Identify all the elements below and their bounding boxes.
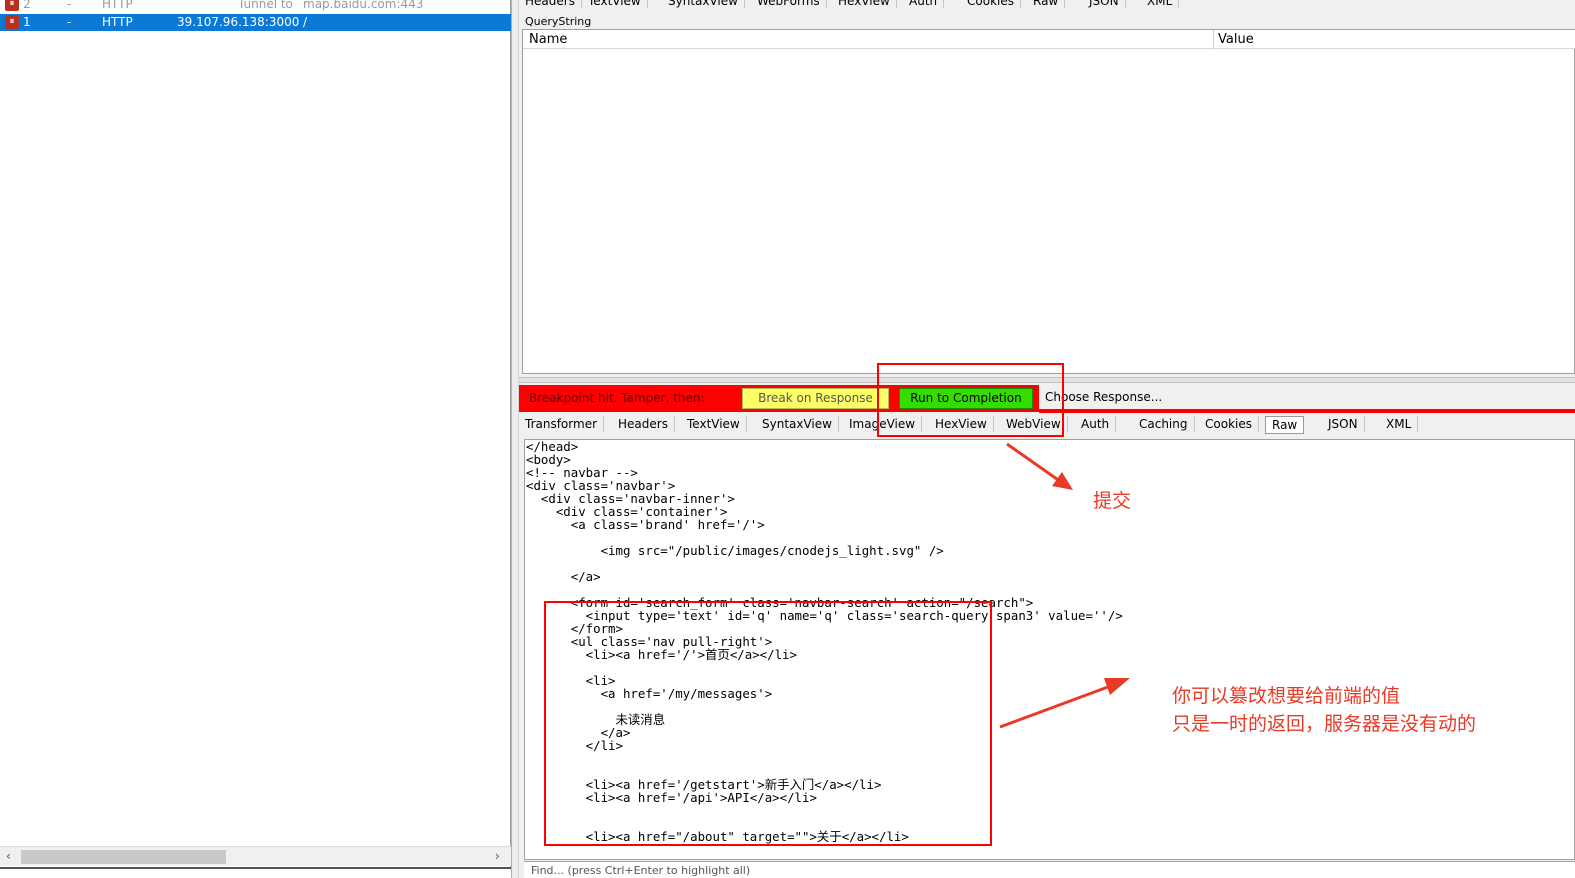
arrow-to-note-icon — [999, 678, 1130, 729]
annotation-note-line2: 只是一时的返回，服务器是没有动的 — [1172, 713, 1477, 735]
annotation-note-line1: 你可以篡改想要给前端的值 — [1172, 685, 1401, 707]
annotation-arrows — [999, 442, 1130, 729]
arrow-to-submit-icon — [1006, 442, 1073, 490]
annotation-submit: 提交 — [1093, 490, 1132, 512]
